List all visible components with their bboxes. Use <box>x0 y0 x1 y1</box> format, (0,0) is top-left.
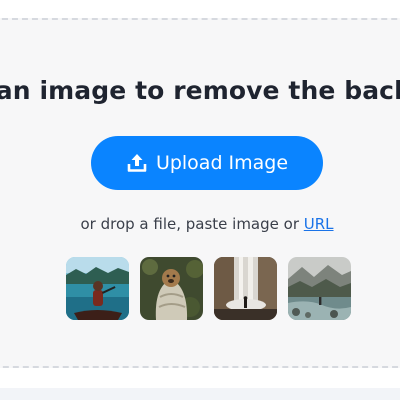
sample-image-dog[interactable] <box>140 257 203 320</box>
drop-hint-prefix: or drop a file, paste image or <box>80 215 304 233</box>
upload-button-label: Upload Image <box>155 152 289 174</box>
sample-river-valley-image <box>288 257 351 320</box>
app-stage: Upload an image to remove the background… <box>0 0 400 400</box>
sample-images <box>66 257 351 320</box>
upload-icon <box>126 152 148 174</box>
sample-woman-in-canoe-image <box>66 257 129 320</box>
sample-waterfall-image <box>214 257 277 320</box>
sample-image-canoe[interactable] <box>66 257 129 320</box>
drop-hint-text: or drop a file, paste image or URL <box>80 215 333 233</box>
section-divider <box>0 388 400 400</box>
url-link[interactable]: URL <box>304 215 334 233</box>
page-title: Upload an image to remove the background <box>0 76 400 105</box>
sample-image-river[interactable] <box>288 257 351 320</box>
sample-dog-in-blanket-image <box>140 257 203 320</box>
sample-image-waterfall[interactable] <box>214 257 277 320</box>
upload-image-button[interactable]: Upload Image <box>91 136 323 190</box>
